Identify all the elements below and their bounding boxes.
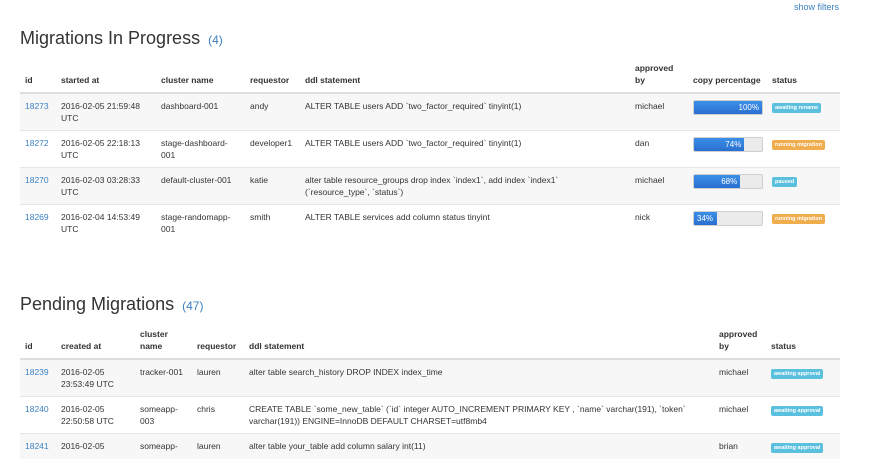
pending-title-text: Pending Migrations	[20, 294, 174, 314]
migration-id-link[interactable]: 18270	[25, 175, 49, 185]
in-progress-table: id started at cluster name requestor ddl…	[20, 58, 840, 241]
table-row: 18273 2016-02-05 21:59:48 UTC dashboard-…	[20, 93, 840, 131]
copy-progress-bar: 34%	[693, 211, 763, 226]
requestor: smith	[245, 205, 300, 242]
approved-by: dan	[630, 131, 688, 168]
table-row: 18269 2016-02-04 14:53:49 UTC stage-rand…	[20, 205, 840, 242]
col-header-cluster-name[interactable]: cluster name	[135, 324, 192, 359]
migration-id-link[interactable]: 18240	[25, 404, 49, 414]
requestor: lauren	[192, 434, 244, 459]
status-badge: paused	[772, 177, 797, 187]
approved-by: brian	[714, 434, 766, 459]
migration-id-link[interactable]: 18241	[25, 441, 49, 451]
ddl-statement: alter table search_history DROP INDEX in…	[244, 359, 714, 397]
approved-by: nick	[630, 205, 688, 242]
approved-by: michael	[714, 397, 766, 434]
approved-by: michael	[630, 93, 688, 131]
table-row: 18272 2016-02-05 22:18:13 UTC stage-dash…	[20, 131, 840, 168]
cluster-name: someapp-	[135, 434, 192, 459]
ddl-statement: CREATE TABLE `some_new_table` (`id` inte…	[244, 397, 714, 434]
table-row: 18240 2016-02-05 22:50:58 UTC someapp-00…	[20, 397, 840, 434]
copy-progress-fill: 68%	[694, 175, 740, 188]
col-header-status[interactable]: status	[767, 58, 840, 93]
status-badge: awaiting approval	[771, 369, 823, 379]
in-progress-title: Migrations In Progress (4)	[20, 28, 223, 49]
status-badge: running migration	[772, 140, 825, 150]
copy-progress-bar: 68%	[693, 174, 763, 189]
in-progress-header-row: id started at cluster name requestor ddl…	[20, 58, 840, 93]
col-header-id[interactable]: id	[20, 324, 56, 359]
copy-progress-fill: 74%	[694, 138, 744, 151]
col-header-approved-by[interactable]: approved by	[714, 324, 766, 359]
created-at: 2016-02-05 22:50:58 UTC	[56, 397, 135, 434]
migration-id-link[interactable]: 18269	[25, 212, 49, 222]
col-header-started-at[interactable]: started at	[56, 58, 156, 93]
started-at: 2016-02-04 14:53:49 UTC	[56, 205, 156, 242]
table-row: 18239 2016-02-05 23:53:49 UTC tracker-00…	[20, 359, 840, 397]
migration-id-link[interactable]: 18239	[25, 367, 49, 377]
status-badge: awaiting approval	[771, 443, 823, 453]
copy-progress-bar: 74%	[693, 137, 763, 152]
col-header-copy-percentage[interactable]: copy percentage	[688, 58, 767, 93]
col-header-approved-by[interactable]: approved by	[630, 58, 688, 93]
started-at: 2016-02-05 22:18:13 UTC	[56, 131, 156, 168]
col-header-created-at[interactable]: created at	[56, 324, 135, 359]
col-header-ddl-statement[interactable]: ddl statement	[244, 324, 714, 359]
status-badge: awaiting rename	[772, 103, 821, 113]
col-header-requestor[interactable]: requestor	[192, 324, 244, 359]
table-row: 18241 2016-02-05 someapp- lauren alter t…	[20, 434, 840, 459]
cluster-name: stage-dashboard-001	[156, 131, 245, 168]
requestor: lauren	[192, 359, 244, 397]
requestor: developer1	[245, 131, 300, 168]
copy-progress-bar: 100%	[693, 100, 763, 115]
approved-by: michael	[630, 168, 688, 205]
pending-title: Pending Migrations (47)	[20, 294, 203, 315]
started-at: 2016-02-03 03:28:33 UTC	[56, 168, 156, 205]
ddl-statement: alter table your_table add column salary…	[244, 434, 714, 459]
pending-count: (47)	[182, 299, 203, 313]
in-progress-title-text: Migrations In Progress	[20, 28, 200, 48]
table-row: 18270 2016-02-03 03:28:33 UTC default-cl…	[20, 168, 840, 205]
ddl-statement: ALTER TABLE services add column status t…	[300, 205, 630, 242]
created-at: 2016-02-05 23:53:49 UTC	[56, 359, 135, 397]
in-progress-count: (4)	[208, 33, 223, 47]
status-badge: running migration	[772, 214, 825, 224]
cluster-name: dashboard-001	[156, 93, 245, 131]
migration-id-link[interactable]: 18272	[25, 138, 49, 148]
ddl-statement: ALTER TABLE users ADD `two_factor_requir…	[300, 93, 630, 131]
col-header-ddl-statement[interactable]: ddl statement	[300, 58, 630, 93]
copy-progress-fill: 34%	[694, 212, 717, 225]
requestor: chris	[192, 397, 244, 434]
pending-header-row: id created at cluster name requestor ddl…	[20, 324, 840, 359]
cluster-name: someapp-003	[135, 397, 192, 434]
requestor: katie	[245, 168, 300, 205]
col-header-id[interactable]: id	[20, 58, 56, 93]
show-filters-link[interactable]: show filters	[794, 2, 839, 12]
cluster-name: stage-randomapp-001	[156, 205, 245, 242]
ddl-statement: ALTER TABLE users ADD `two_factor_requir…	[300, 131, 630, 168]
migration-id-link[interactable]: 18273	[25, 101, 49, 111]
cluster-name: tracker-001	[135, 359, 192, 397]
cluster-name: default-cluster-001	[156, 168, 245, 205]
status-badge: awaiting approval	[771, 406, 823, 416]
copy-progress-fill: 100%	[694, 101, 762, 114]
col-header-requestor[interactable]: requestor	[245, 58, 300, 93]
col-header-status[interactable]: status	[766, 324, 840, 359]
ddl-statement: alter table resource_groups drop index `…	[300, 168, 630, 205]
requestor: andy	[245, 93, 300, 131]
pending-table: id created at cluster name requestor ddl…	[20, 324, 840, 459]
col-header-cluster-name[interactable]: cluster name	[156, 58, 245, 93]
approved-by: michael	[714, 359, 766, 397]
created-at: 2016-02-05	[56, 434, 135, 459]
started-at: 2016-02-05 21:59:48 UTC	[56, 93, 156, 131]
